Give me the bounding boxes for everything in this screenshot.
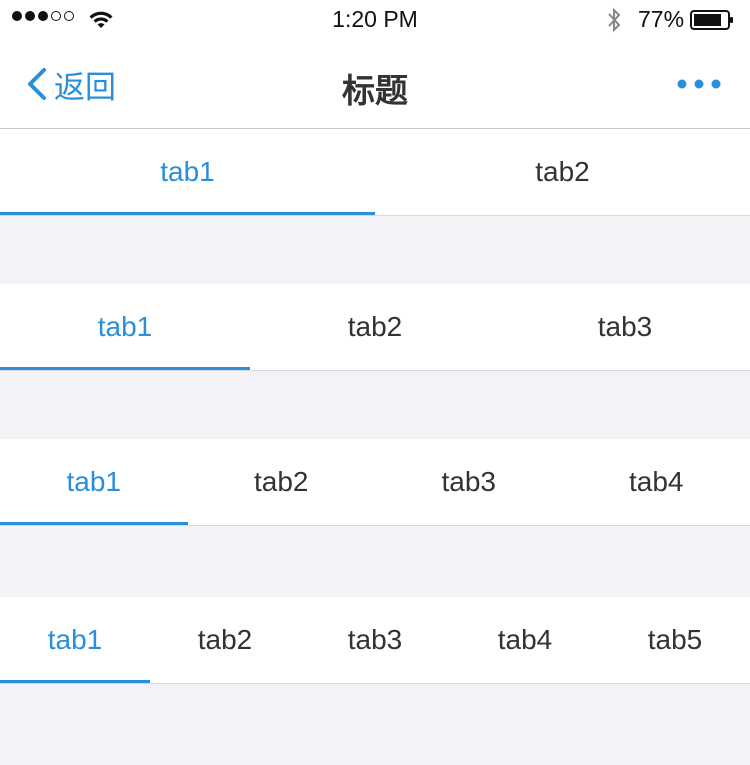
tab-2[interactable]: tab2	[150, 597, 300, 683]
back-button[interactable]: 返回	[26, 62, 116, 106]
tab-bar-3: tab1 tab2 tab3	[0, 284, 750, 371]
tab-4[interactable]: tab4	[450, 597, 600, 683]
chevron-left-icon	[28, 68, 46, 100]
bluetooth-icon	[608, 7, 621, 33]
tab-3[interactable]: tab3	[500, 284, 750, 370]
tab-3[interactable]: tab3	[375, 439, 563, 525]
tab-1[interactable]: tab1	[0, 597, 150, 683]
tab-1[interactable]: tab1	[0, 129, 375, 215]
tab-3[interactable]: tab3	[300, 597, 450, 683]
tab-1[interactable]: tab1	[0, 439, 188, 525]
tab-5[interactable]: tab5	[600, 597, 750, 683]
tab-bar-4: tab1 tab2 tab3 tab4	[0, 439, 750, 526]
back-label: 返回	[54, 69, 116, 105]
tab-4[interactable]: tab4	[563, 439, 750, 525]
battery-percent: 77%	[638, 6, 685, 32]
tab-2[interactable]: tab2	[188, 439, 376, 525]
tab-bar-5: tab1 tab2 tab3 tab4 tab5	[0, 597, 750, 684]
tab-2[interactable]: tab2	[375, 129, 750, 215]
more-dots-icon[interactable]	[674, 70, 724, 98]
tab-1[interactable]: tab1	[0, 284, 250, 370]
status-bar: 1:20 PM 77%	[0, 0, 750, 40]
tab-2[interactable]: tab2	[250, 284, 500, 370]
tab-bar-2: tab1 tab2	[0, 129, 750, 216]
battery-icon	[690, 10, 733, 30]
navigation-bar: 返回 标题	[0, 40, 750, 129]
